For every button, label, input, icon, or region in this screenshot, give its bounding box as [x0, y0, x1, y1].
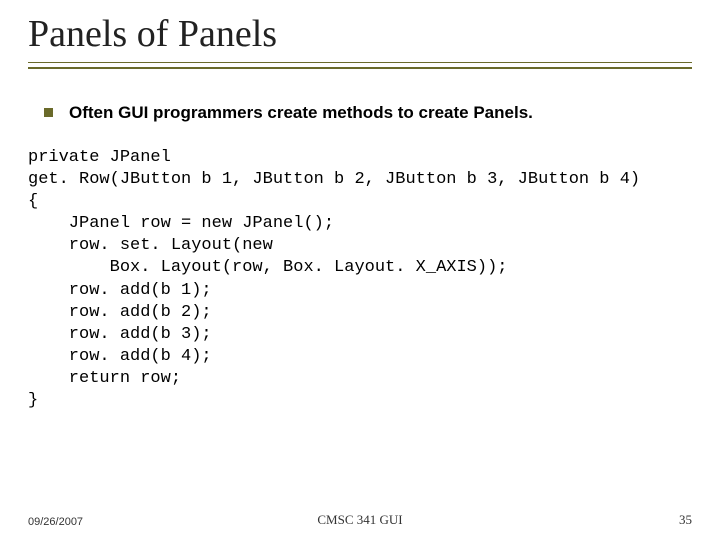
bullet-item: Often GUI programmers create methods to …: [44, 103, 692, 123]
slide: Panels of Panels Often GUI programmers c…: [0, 0, 720, 540]
bullet-text: Often GUI programmers create methods to …: [69, 103, 533, 123]
square-bullet-icon: [44, 108, 53, 117]
slide-title: Panels of Panels: [28, 12, 692, 56]
footer: 09/26/2007 CMSC 341 GUI 35: [28, 512, 692, 528]
code-block: private JPanel get. Row(JButton b 1, JBu…: [28, 147, 692, 412]
footer-date: 09/26/2007: [28, 516, 83, 528]
footer-center: CMSC 341 GUI: [317, 512, 402, 528]
title-rule-outer: Panels of Panels: [28, 12, 692, 69]
title-rule-inner: Panels of Panels: [28, 12, 692, 63]
footer-page-number: 35: [679, 512, 692, 528]
